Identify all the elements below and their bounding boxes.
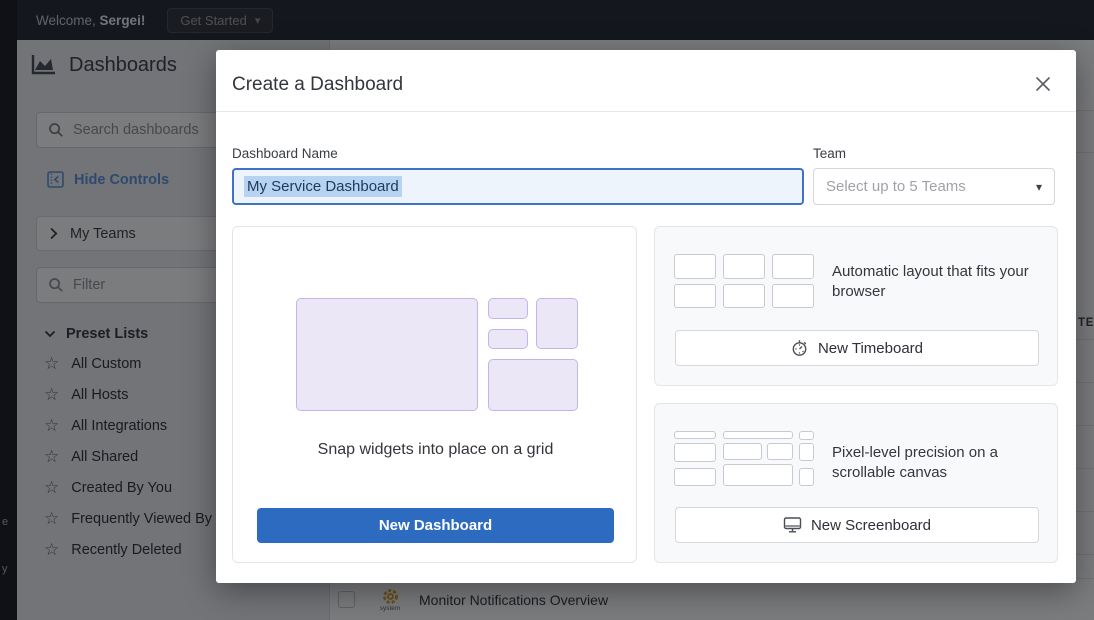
new-screenboard-label: New Screenboard [811,517,931,534]
monitor-icon [783,516,802,534]
timeboard-card: Automatic layout that fits your browser … [654,226,1058,386]
close-button[interactable] [1032,73,1054,95]
screenboard-caption: Pixel-level precision on a scrollable ca… [832,443,1037,482]
modal-header-divider [216,111,1076,112]
app-window: e y Welcome, Sergei! Get Started ▾ TEAM [0,0,1094,620]
dashboard-name-value: My Service Dashboard [244,176,402,197]
modal-title: Create a Dashboard [232,74,403,96]
grid-dashboard-card: Snap widgets into place on a grid New Da… [232,226,637,563]
new-timeboard-label: New Timeboard [818,340,923,357]
new-dashboard-button[interactable]: New Dashboard [257,508,614,543]
chevron-down-icon: ▾ [1036,180,1042,194]
close-icon [1034,75,1052,93]
new-timeboard-button[interactable]: New Timeboard [675,330,1039,366]
dashboard-name-label: Dashboard Name [232,146,338,161]
team-label: Team [813,146,846,161]
stopwatch-icon [791,339,809,357]
create-dashboard-modal: Create a Dashboard Dashboard Name My Ser… [216,50,1076,583]
team-select-placeholder: Select up to 5 Teams [826,178,966,195]
timeboard-caption: Automatic layout that fits your browser [832,262,1057,301]
screenboard-card: Pixel-level precision on a scrollable ca… [654,403,1058,563]
grid-card-caption: Snap widgets into place on a grid [233,441,638,459]
dashboard-name-input[interactable]: My Service Dashboard [232,168,804,205]
team-select[interactable]: Select up to 5 Teams ▾ [813,168,1055,205]
new-screenboard-button[interactable]: New Screenboard [675,507,1039,543]
